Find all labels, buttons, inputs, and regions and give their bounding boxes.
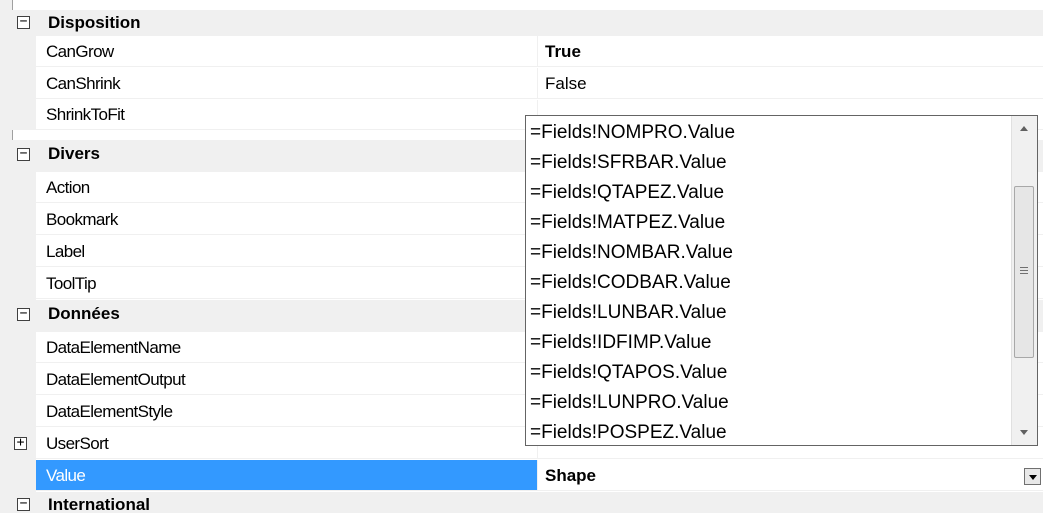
row-gutter [12,36,36,68]
row-gutter [12,364,36,396]
property-name-cell[interactable]: Label [36,236,537,267]
property-name: CanShrink [46,74,121,93]
collapse-icon[interactable]: − [17,147,30,161]
property-value: True [545,42,581,61]
property-name: DataElementName [46,338,181,357]
list-item[interactable]: =Fields!QTAPOS.Value [530,358,1010,388]
property-value-cell[interactable]: False [537,68,1043,99]
row-gutter [12,100,36,130]
property-name: Action [46,178,90,197]
property-name-cell[interactable]: DataElementOutput [36,364,537,395]
category-international[interactable]: − International [12,492,1043,513]
row-gutter [12,268,36,300]
row-gutter [12,172,36,204]
list-item[interactable]: =Fields!MATPEZ.Value [530,208,1010,238]
row-gutter [12,396,36,428]
category-label: Disposition [48,13,141,32]
property-row-cangrow[interactable]: CanGrow True [12,36,1043,68]
scroll-up-arrow-icon[interactable] [1012,116,1037,141]
property-name-cell[interactable]: Action [36,172,537,203]
category-label: Divers [48,144,100,163]
property-name-cell[interactable]: DataElementName [36,332,537,363]
list-item[interactable]: =Fields!QTAPEZ.Value [530,178,1010,208]
property-name: ShrinkToFit [46,105,125,124]
collapse-icon[interactable]: − [17,497,30,511]
list-item[interactable]: =Fields!NOMPRO.Value [530,118,1010,148]
row-gutter [12,204,36,236]
property-name-cell[interactable]: Value [36,460,537,491]
category-disposition[interactable]: − Disposition [12,10,1043,36]
list-item[interactable]: =Fields!SFRBAR.Value [530,148,1010,178]
property-name: CanGrow [46,42,114,61]
property-value: Shape [545,466,597,485]
property-value: False [545,74,587,93]
collapse-icon[interactable]: − [17,307,30,321]
scrollbar-thumb[interactable] [1014,186,1034,358]
scroll-down-arrow-icon[interactable] [1012,420,1037,445]
property-value-cell[interactable]: True [537,36,1043,67]
property-value-cell[interactable]: Shape [537,460,1043,491]
grip-icon [1020,267,1028,276]
category-label: International [48,495,151,513]
list-item[interactable]: =Fields!LUNPRO.Value [530,388,1010,418]
property-name-cell[interactable]: ToolTip [36,268,537,299]
property-name: Label [46,242,85,261]
property-row-canshrink[interactable]: CanShrink False [12,68,1043,100]
list-item[interactable]: =Fields!NOMBAR.Value [530,238,1010,268]
property-name-cell[interactable]: CanShrink [36,68,537,99]
property-name-cell[interactable]: DataElementStyle [36,396,537,427]
dropdown-arrow-icon[interactable] [1024,468,1041,485]
property-name-cell[interactable]: UserSort [36,428,537,459]
list-item[interactable]: =Fields!POSPEZ.Value [530,418,1010,445]
expand-icon[interactable]: + [14,436,27,450]
property-name: DataElementOutput [46,370,186,389]
list-item[interactable]: =Fields!LUNBAR.Value [530,298,1010,328]
vertical-scrollbar[interactable] [1011,116,1037,445]
property-name-cell[interactable]: ShrinkToFit [36,100,537,130]
property-name: Value [46,466,86,485]
row-gutter [12,68,36,100]
property-name: Bookmark [46,210,118,229]
list-item[interactable]: =Fields!IDFIMP.Value [530,328,1010,358]
list-item[interactable]: =Fields!CODBAR.Value [530,268,1010,298]
property-row-value[interactable]: Value Shape [12,460,1043,492]
property-name: ToolTip [46,274,97,293]
property-name-cell[interactable]: Bookmark [36,204,537,235]
property-name-cell[interactable]: CanGrow [36,36,537,67]
row-gutter [12,332,36,364]
category-label: Données [48,304,120,323]
value-dropdown-list[interactable]: =Fields!NOMPRO.Value =Fields!SFRBAR.Valu… [525,115,1038,446]
collapse-icon[interactable]: − [17,15,30,29]
row-gutter [12,236,36,268]
row-gutter [12,460,36,492]
property-name: DataElementStyle [46,402,173,421]
property-grid: − Disposition CanGrow True CanShrink Fal… [0,0,1043,513]
property-name: UserSort [46,434,109,453]
